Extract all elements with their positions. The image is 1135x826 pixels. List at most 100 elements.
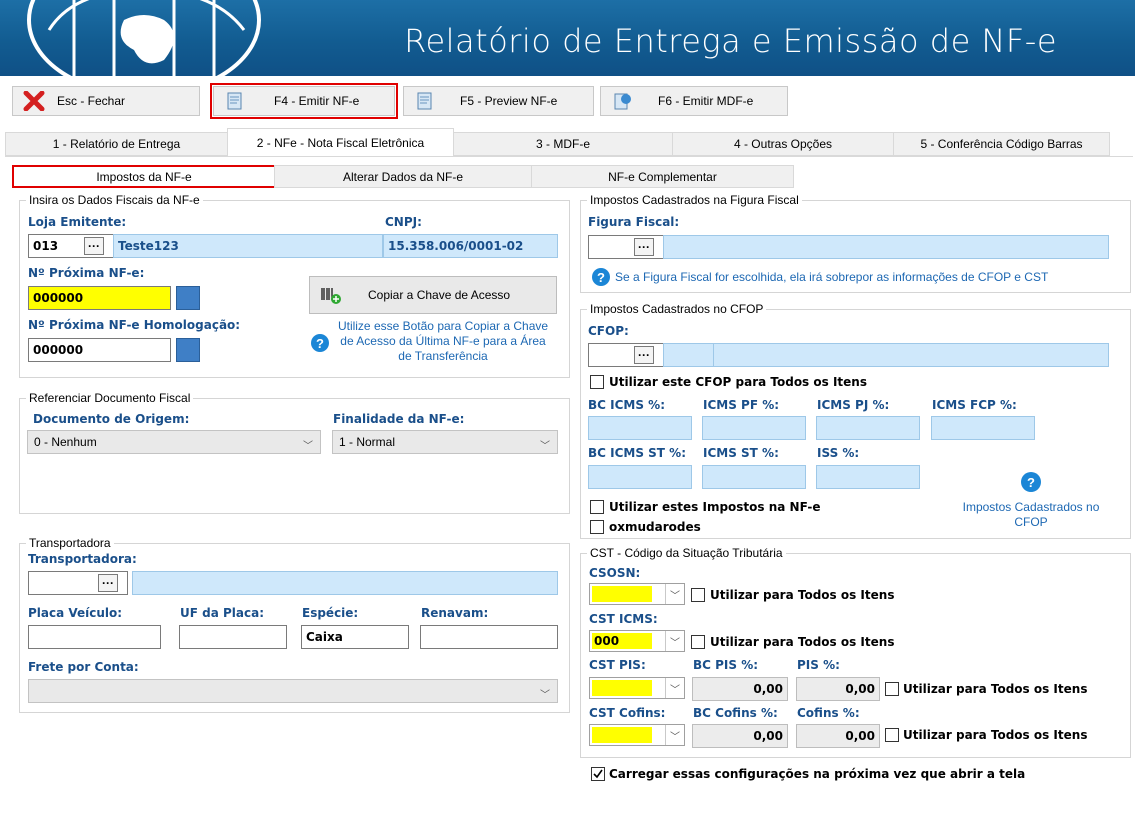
chevron-down-icon: ﹀ (303, 441, 313, 452)
cofins-use-all-label: Utilizar para Todos os Itens (903, 728, 1088, 742)
iss-label: ISS %: (817, 446, 860, 460)
edit-icon[interactable] (176, 338, 200, 362)
tab-relatorio-entrega[interactable]: 1 - Relatório de Entrega (5, 132, 228, 156)
csosn-label: CSOSN: (589, 566, 641, 580)
icms-st-label: ICMS ST %: (703, 446, 779, 460)
document-emit-icon (227, 92, 242, 110)
origem-select[interactable]: 0 - Nenhum ﹀ (27, 430, 321, 454)
tab-label: 2 - NFe - Nota Fiscal Eletrônica (256, 135, 425, 150)
subtab-label: Alterar Dados da NF-e (342, 169, 464, 184)
preview-nfe-button[interactable]: F5 - Preview NF-e (403, 86, 594, 116)
page-title: Relatório de Entrega e Emissão de NF-e (404, 22, 1057, 60)
use-taxes-checkbox[interactable] (590, 500, 604, 514)
help-icon: ? (311, 334, 329, 352)
subtab-impostos[interactable]: Impostos da NF-e (12, 165, 276, 188)
finalidade-value: 1 - Normal (339, 435, 396, 449)
cfop-label: CFOP: (588, 324, 629, 338)
pis-use-all-label: Utilizar para Todos os Itens (903, 682, 1088, 696)
frete-label: Frete por Conta: (28, 660, 139, 674)
iss-field (816, 465, 920, 489)
tab-label: 4 - Outras Opções (733, 137, 833, 151)
tab-conferencia-codigo[interactable]: 5 - Conferência Código Barras (893, 132, 1110, 156)
cfop-use-all-checkbox[interactable] (590, 375, 604, 389)
load-config-checkbox[interactable] (591, 767, 605, 781)
globe-document-icon (614, 93, 631, 110)
cnpj-field: 15.358.006/0001-02 (383, 234, 558, 258)
subtab-alterar-dados[interactable]: Alterar Dados da NF-e (274, 165, 532, 188)
origem-value: 0 - Nenhum (34, 435, 97, 449)
uf-placa-input[interactable] (179, 625, 287, 649)
document-preview-icon (417, 92, 432, 110)
renavam-input[interactable] (420, 625, 558, 649)
chevron-down-icon: ﹀ (540, 441, 550, 452)
loja-search-button[interactable]: ··· (84, 237, 104, 255)
cst-pis-label: CST PIS: (589, 658, 646, 672)
cst-icms-use-all-checkbox[interactable] (691, 635, 705, 649)
tab-label: 5 - Conferência Código Barras (920, 137, 1083, 151)
tab-mdfe[interactable]: 3 - MDF-e (453, 132, 673, 156)
transportadora-name-field (132, 571, 558, 595)
cst-cofins-select[interactable]: ﹀ (589, 724, 685, 746)
tab-divider (5, 156, 1133, 157)
placa-input[interactable] (28, 625, 161, 649)
tab-outras-opcoes[interactable]: 4 - Outras Opções (672, 132, 894, 156)
icms-pf-label: ICMS PF %: (703, 398, 780, 412)
bc-pis-field: 0,00 (692, 677, 788, 701)
cfop-search-button[interactable]: ··· (634, 346, 654, 364)
cfop-name-field (713, 343, 1109, 367)
cfop-use-all-label: Utilizar este CFOP para Todos os Itens (609, 375, 867, 389)
homologacao-input[interactable]: 000000 (28, 338, 171, 362)
icms-fcp-label: ICMS FCP %: (932, 398, 1017, 412)
figura-search-button[interactable]: ··· (634, 238, 654, 256)
csosn-use-all-checkbox[interactable] (691, 588, 705, 602)
csosn-select[interactable]: ﹀ (589, 583, 685, 605)
cst-pis-value (592, 680, 652, 696)
use-taxes-label: Utilizar estes Impostos na NF-e (609, 500, 821, 514)
pis-use-all-checkbox[interactable] (885, 682, 899, 696)
cst-icms-value: 000 (592, 633, 652, 649)
cst-pis-select[interactable]: ﹀ (589, 677, 685, 699)
edit-icon[interactable] (176, 286, 200, 310)
cfop-help-note: Impostos Cadastrados no CFOP (962, 500, 1100, 529)
frete-select[interactable]: ﹀ (28, 679, 558, 703)
especie-input[interactable]: Caixa (301, 625, 409, 649)
group-title: Referenciar Documento Fiscal (26, 391, 194, 405)
load-config-label: Carregar essas configurações na próxima … (609, 767, 1026, 781)
placa-label: Placa Veículo: (28, 606, 123, 620)
icms-st-field (702, 465, 806, 489)
preview-nfe-label: F5 - Preview NF-e (460, 94, 558, 108)
loja-name-field: Teste123 (113, 234, 383, 258)
homologacao-label: Nº Próxima NF-e Homologação: (28, 318, 241, 332)
pis-label: PIS %: (797, 658, 840, 672)
subtab-label: Impostos da NF-e (96, 169, 192, 184)
copy-key-note: Utilize esse Botão para Copiar a Chave d… (337, 319, 549, 363)
cofins-use-all-checkbox[interactable] (885, 728, 899, 742)
finalidade-select[interactable]: 1 - Normal ﹀ (332, 430, 558, 454)
group-title: Transportadora (26, 536, 114, 550)
cofins-label: Cofins %: (797, 706, 860, 720)
emit-mdfe-button[interactable]: F6 - Emitir MDF-e (600, 86, 788, 116)
close-button[interactable]: Esc - Fechar (12, 86, 200, 116)
chevron-down-icon: ﹀ (665, 584, 684, 604)
chevron-down-icon: ﹀ (665, 631, 684, 651)
emit-nfe-button[interactable]: F4 - Emitir NF-e (210, 83, 398, 119)
cst-icms-select[interactable]: 000 ﹀ (589, 630, 685, 652)
copy-key-button[interactable]: Copiar a Chave de Acesso (309, 276, 557, 314)
tab-nfe[interactable]: 2 - NFe - Nota Fiscal Eletrônica (227, 128, 454, 156)
uf-placa-label: UF da Placa: (180, 606, 264, 620)
transportadora-search-button[interactable]: ··· (98, 574, 118, 592)
globe-logo-icon (27, 0, 261, 76)
oxmudarodes-label: oxmudarodes (609, 520, 701, 534)
group-title: Impostos Cadastrados na Figura Fiscal (587, 193, 802, 207)
oxmudarodes-checkbox[interactable] (590, 520, 604, 534)
help-icon: ? (592, 268, 610, 286)
cst-cofins-value (592, 727, 652, 743)
help-icon[interactable]: ? (1021, 472, 1041, 492)
checkmark-icon (593, 769, 603, 779)
finalidade-label: Finalidade da NF-e: (333, 412, 465, 426)
subtab-nfe-complementar[interactable]: NF-e Complementar (531, 165, 794, 188)
cofins-field: 0,00 (796, 724, 880, 748)
header-banner: Relatório de Entrega e Emissão de NF-e (0, 0, 1135, 76)
cst-icms-use-all-label: Utilizar para Todos os Itens (710, 635, 895, 649)
proxima-nfe-input[interactable]: 000000 (28, 286, 171, 310)
